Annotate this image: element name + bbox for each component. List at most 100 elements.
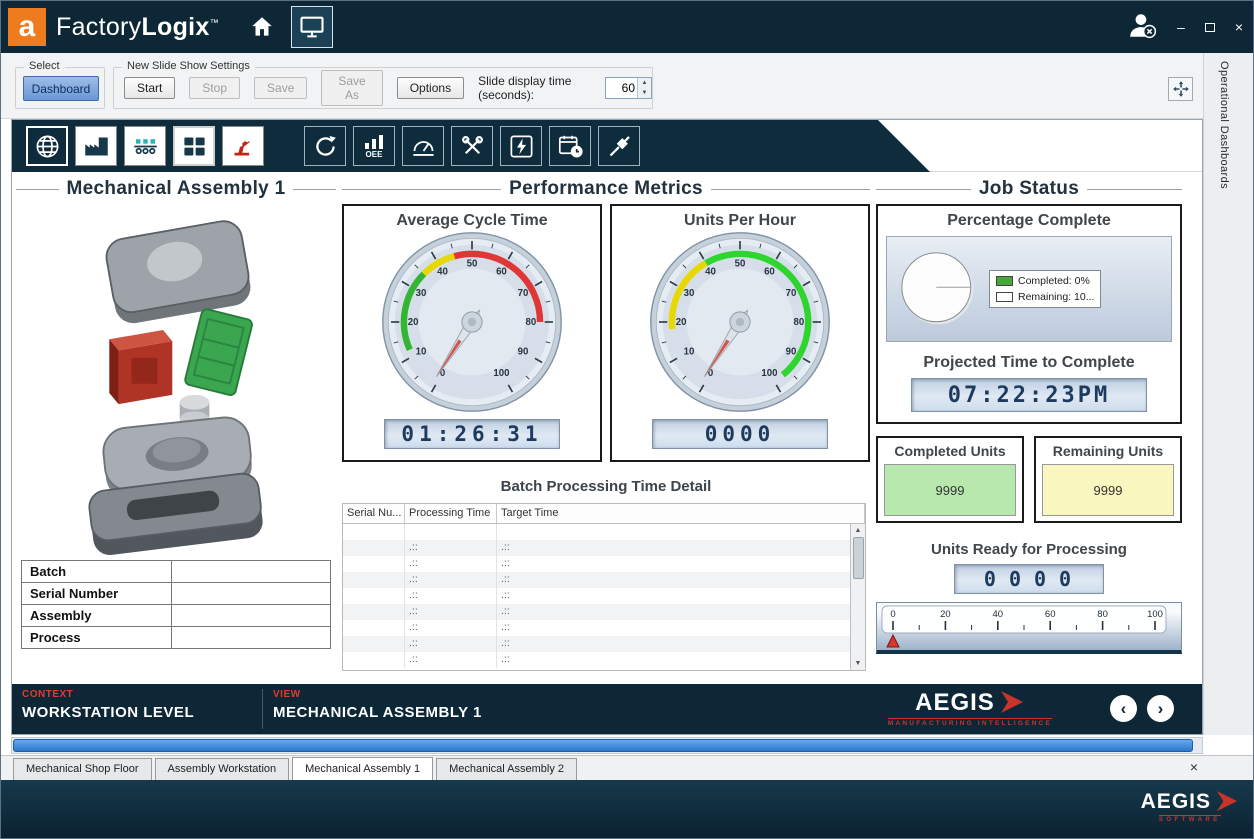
minimize-button[interactable]: –	[1177, 20, 1185, 34]
remaining-units-value: 9999	[1042, 464, 1174, 516]
info-row: Batch	[22, 561, 331, 583]
linear-gauge-scale: 020406080100	[877, 603, 1171, 649]
start-button[interactable]: Start	[124, 77, 175, 99]
horizontal-scrollbar-thumb[interactable]	[13, 739, 1193, 752]
batch-table-body: .::.::.::.::.::.::.::.::.::.::.::.::.::.…	[343, 524, 865, 670]
dashboard-button[interactable]: Dashboard	[23, 76, 99, 101]
info-row: Process	[22, 627, 331, 649]
schedule-button[interactable]	[549, 126, 591, 166]
horizontal-scrollbar[interactable]	[11, 737, 1203, 754]
spin-down-button[interactable]: ▼	[638, 88, 651, 98]
table-cell: .::	[497, 636, 865, 652]
completed-units-value: 9999	[884, 464, 1016, 516]
view-value: MECHANICAL ASSEMBLY 1	[273, 704, 482, 721]
svg-text:10: 10	[684, 347, 695, 358]
operational-dashboards-tab[interactable]: Operational Dashboards	[1218, 61, 1230, 189]
factory-button[interactable]	[75, 126, 117, 166]
svg-text:70: 70	[518, 288, 529, 299]
oee-chart-button[interactable]: OEE	[353, 126, 395, 166]
maximize-button[interactable]	[1205, 20, 1215, 34]
svg-text:60: 60	[1045, 609, 1056, 620]
tab-close-button[interactable]: ×	[1190, 760, 1198, 774]
ribbon: Select Dashboard New Slide Show Settings…	[1, 53, 1254, 119]
robot-arm-button[interactable]	[222, 126, 264, 166]
dashboard-slide-area: OEE Mechanical Assembly 1	[11, 119, 1203, 735]
table-cell	[343, 556, 405, 572]
svg-text:0: 0	[890, 609, 895, 620]
aegis-software-logo: AEGIS SOFTWARE	[1141, 790, 1239, 823]
home-button[interactable]	[249, 14, 275, 40]
app-logo: a	[8, 8, 46, 46]
table-row: .::.::	[343, 540, 865, 556]
logout-user-button[interactable]	[1127, 11, 1157, 44]
tab-mechanical-assembly-2[interactable]: Mechanical Assembly 2	[436, 758, 577, 780]
refresh-button[interactable]	[304, 126, 346, 166]
slide-time-stepper: ▲ ▼	[605, 77, 652, 99]
gauge-icon	[410, 133, 437, 160]
pie-legend: Completed: 0%Remaining: 10...	[989, 270, 1101, 308]
average-cycle-time-gauge: 0102030405060708090100	[380, 230, 564, 419]
table-row: .::.::	[343, 636, 865, 652]
units-per-hour-display: 0000	[652, 419, 828, 449]
table-cell: .::	[497, 652, 865, 668]
options-button[interactable]: Options	[397, 77, 464, 99]
info-value	[171, 605, 330, 627]
column-header-serial[interactable]: Serial Nu...	[343, 504, 405, 523]
info-label: Batch	[22, 561, 172, 583]
job-status-panel: Job Status Percentage Complete Completed…	[876, 178, 1182, 686]
percentage-complete-title: Percentage Complete	[886, 212, 1172, 230]
legend-swatch	[996, 276, 1013, 286]
scroll-up-icon[interactable]: ▲	[855, 524, 862, 537]
save-as-button[interactable]: Save As	[321, 70, 382, 106]
power-button[interactable]	[500, 126, 542, 166]
workcell-button[interactable]	[173, 126, 215, 166]
column-header-processing-time[interactable]: Processing Time	[405, 504, 497, 523]
screwdriver-button[interactable]	[598, 126, 640, 166]
save-button[interactable]: Save	[254, 77, 307, 99]
view-block: VIEW MECHANICAL ASSEMBLY 1	[263, 684, 492, 734]
tab-mechanical-assembly-1[interactable]: Mechanical Assembly 1	[292, 757, 433, 780]
move-panel-button[interactable]	[1168, 77, 1193, 101]
table-cell: .::	[497, 620, 865, 636]
spin-up-button[interactable]: ▲	[638, 78, 651, 88]
aegis-tagline: MANUFACTURING INTELLIGENCE	[888, 718, 1052, 727]
workcell-icon	[181, 133, 208, 160]
units-ready-display: 0000	[954, 564, 1104, 594]
svg-text:70: 70	[786, 288, 797, 299]
info-row: Serial Number	[22, 583, 331, 605]
logo-letter: a	[19, 10, 36, 44]
scroll-down-icon[interactable]: ▼	[855, 657, 862, 670]
batch-table-scrollbar[interactable]: ▲ ▼	[850, 524, 865, 670]
dashboards-view-button[interactable]	[291, 6, 333, 48]
table-cell: .::	[405, 636, 497, 652]
right-rail: Operational Dashboards	[1203, 53, 1254, 735]
tools-button[interactable]	[451, 126, 493, 166]
svg-text:100: 100	[761, 368, 777, 379]
previous-slide-button[interactable]: ‹	[1110, 695, 1137, 722]
performance-metrics-panel: Performance Metrics Average Cycle Time 0…	[342, 178, 870, 686]
table-row: .::.::	[343, 572, 865, 588]
status-bar: AEGIS SOFTWARE	[1, 780, 1254, 839]
gauge-button[interactable]	[402, 126, 444, 166]
scrollbar-thumb[interactable]	[853, 537, 864, 579]
table-cell	[343, 588, 405, 604]
column-header-target-time[interactable]: Target Time	[497, 504, 865, 523]
units-per-hour-gauge: 0102030405060708090100	[648, 230, 832, 419]
assembly-panel: Mechanical Assembly 1	[16, 178, 336, 686]
tab-assembly-workstation[interactable]: Assembly Workstation	[155, 758, 290, 780]
close-button[interactable]: ×	[1235, 20, 1243, 34]
globe-button[interactable]	[26, 126, 68, 166]
next-slide-button[interactable]: ›	[1147, 695, 1174, 722]
info-label: Serial Number	[22, 583, 172, 605]
table-cell: .::	[497, 572, 865, 588]
aegis-logo: AEGIS MANUFACTURING INTELLIGENCE	[888, 689, 1052, 727]
svg-text:100: 100	[493, 368, 509, 379]
legend-item: Remaining: 10...	[996, 291, 1094, 303]
stop-button[interactable]: Stop	[189, 77, 240, 99]
conveyor-button[interactable]	[124, 126, 166, 166]
average-cycle-time-display: 01:26:31	[384, 419, 560, 449]
table-cell: .::	[497, 588, 865, 604]
robot-arm-icon	[230, 133, 257, 160]
context-block: CONTEXT WORKSTATION LEVEL	[12, 684, 262, 734]
tab-mechanical-shop-floor[interactable]: Mechanical Shop Floor	[13, 758, 152, 780]
